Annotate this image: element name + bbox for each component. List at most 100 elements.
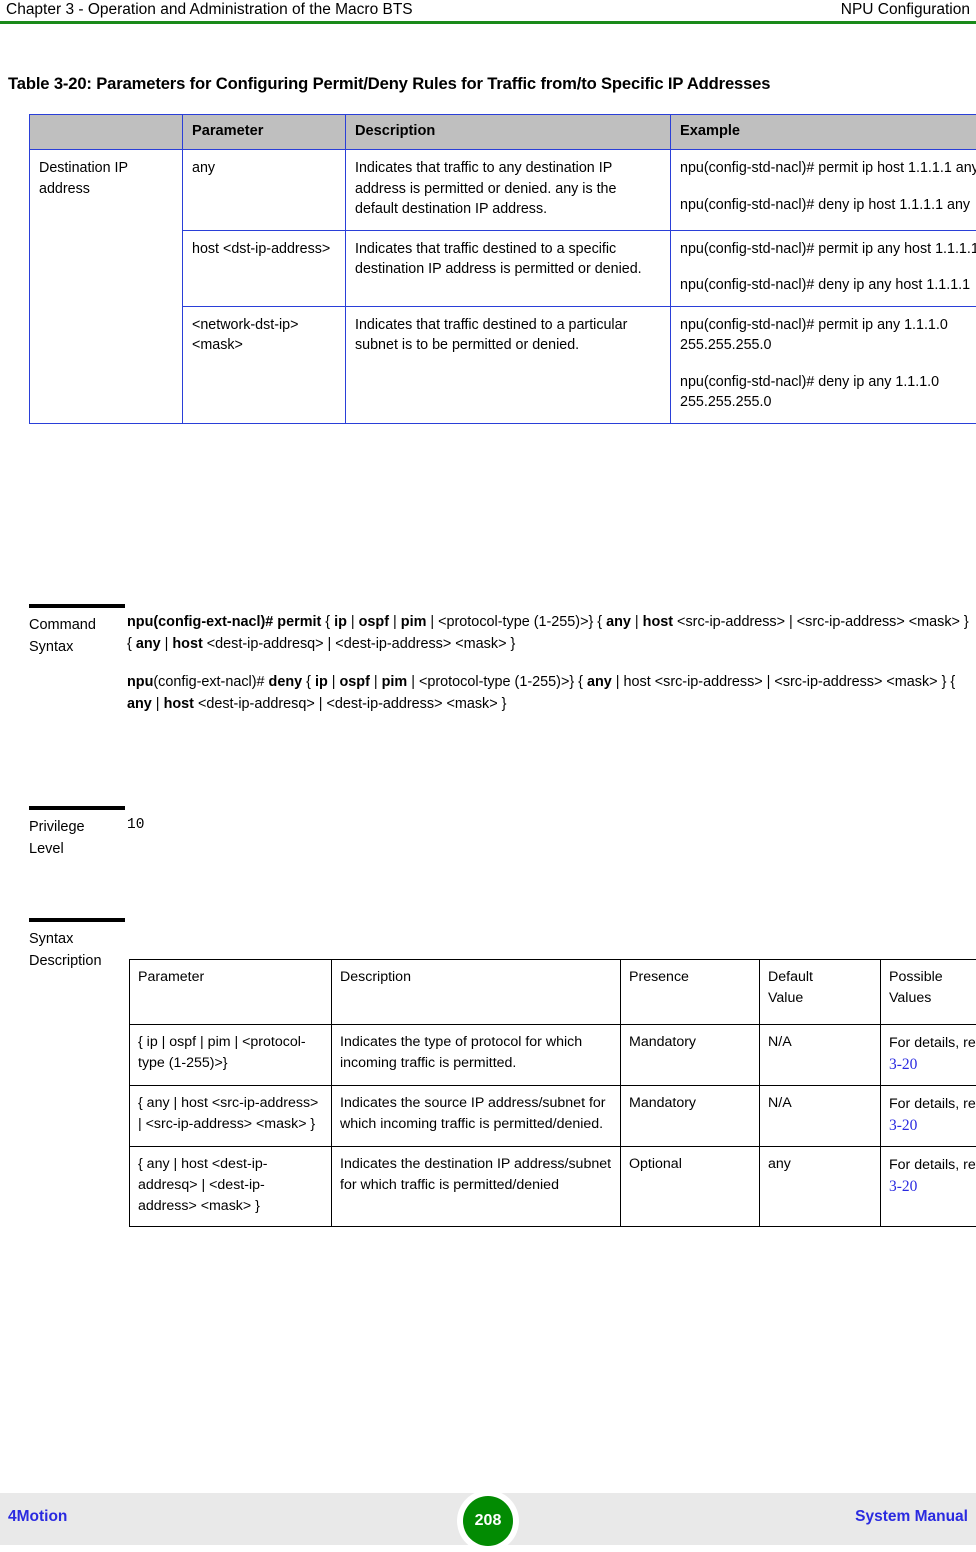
syn-token: | [328, 674, 340, 690]
table-row: { any | host <dest-ip-addresq> | <dest-i… [130, 1147, 976, 1227]
privilege-level-body: 10 [127, 814, 974, 837]
cell-example: npu(config-std-nacl)# permit ip host 1.1… [671, 150, 976, 231]
command-syntax-body: npu(config-ext-nacl)# permit { ip | ospf… [127, 612, 974, 715]
command-syntax-permit-line: npu(config-ext-nacl)# permit { ip | ospf… [127, 612, 974, 655]
syn-token: deny [269, 674, 303, 690]
syntax-description-header-row: Parameter Description Presence Default V… [130, 960, 976, 1025]
example-line: npu(config-std-nacl)# permit ip any host… [680, 239, 976, 260]
command-syntax-label: Command Syntax [29, 614, 121, 658]
example-line: npu(config-std-nacl)# permit ip any 1.1.… [680, 315, 976, 356]
privilege-level-label: Privilege Level [29, 816, 121, 860]
cell-description: Indicates the source IP address/subnet f… [332, 1086, 621, 1147]
table-3-20-header-row: Parameter Description Example [30, 115, 976, 150]
cell-description: Indicates the destination IP address/sub… [332, 1147, 621, 1227]
cell-default-value: N/A [760, 1086, 881, 1147]
col-header-possible-values-line1: Possible [889, 969, 943, 985]
col-header-possible-values-line2: Values [889, 990, 931, 1006]
syn-token: | [631, 614, 643, 630]
syn-token: host [164, 696, 194, 712]
col-header-blank [30, 115, 183, 150]
syn-token: ip [334, 614, 347, 630]
col-header-parameter: Parameter [183, 115, 346, 150]
cell-default-value: any [760, 1147, 881, 1227]
example-line: npu(config-std-nacl)# deny ip host 1.1.1… [680, 195, 976, 216]
syn-token: <dest-ip-addresq> | <dest-ip-address> <m… [203, 636, 516, 652]
col-header-description: Description [346, 115, 671, 150]
table-3-20: Parameter Description Example Destinatio… [29, 114, 976, 424]
cell-group-label: Destination IP address [30, 150, 183, 424]
cell-parameter: { any | host <src-ip-address> | <src-ip-… [130, 1086, 332, 1147]
page-number-badge: 208 [463, 1496, 513, 1546]
header-divider-rule [0, 21, 976, 24]
syn-token: <dest-ip-addresq> | <dest-ip-address> <m… [194, 696, 507, 712]
cell-presence: Mandatory [621, 1086, 760, 1147]
section-rule [29, 918, 125, 922]
cell-description: Indicates the type of protocol for which… [332, 1025, 621, 1086]
syn-token: ip [315, 674, 328, 690]
syn-token: ospf [340, 674, 370, 690]
possible-values-text: For details, refer [889, 1157, 976, 1173]
cell-parameter: host <dst-ip-address> [183, 230, 346, 306]
privilege-level-section: Privilege Level 10 [29, 806, 974, 896]
possible-values-text: For details, refer [889, 1096, 976, 1112]
col-header-example: Example [671, 115, 976, 150]
footer-manual-link[interactable]: System Manual [855, 1507, 968, 1527]
possible-values-text: For details, refer [889, 1035, 976, 1051]
header-section-title: NPU Configuration [841, 0, 970, 19]
syn-token: host [172, 636, 202, 652]
syn-token: | [389, 614, 401, 630]
privilege-level-value: 10 [127, 817, 144, 833]
col-header-default-value-line2: Value [768, 990, 803, 1006]
syn-token: | host <src-ip-address> | <src-ip-addres… [612, 674, 955, 690]
syn-token: (config-ext-nacl)# [153, 674, 268, 690]
cell-default-value: N/A [760, 1025, 881, 1086]
page-header: Chapter 3 - Operation and Administration… [0, 0, 976, 22]
section-rule [29, 604, 125, 608]
syn-token: any [136, 636, 161, 652]
example-line: npu(config-std-nacl)# deny ip any host 1… [680, 275, 976, 296]
syn-token: npu(config-ext-nacl)# permit [127, 614, 321, 630]
syn-token: | [161, 636, 173, 652]
syn-token: npu [127, 674, 153, 690]
cell-parameter: { any | host <dest-ip-addresq> | <dest-i… [130, 1147, 332, 1227]
syntax-description-label: Syntax Description [29, 928, 121, 972]
example-line: npu(config-std-nacl)# deny ip any 1.1.1.… [680, 372, 976, 413]
cell-parameter: { ip | ospf | pim | <protocol-type (1-25… [130, 1025, 332, 1086]
cell-presence: Mandatory [621, 1025, 760, 1086]
syn-token: any [587, 674, 612, 690]
cell-description: Indicates that traffic to any destinatio… [346, 150, 671, 231]
cell-possible-values: For details, refer Table 3-20 [881, 1025, 976, 1086]
command-syntax-deny-line: npu(config-ext-nacl)# deny { ip | ospf |… [127, 672, 974, 715]
col-header-description: Description [332, 960, 621, 1025]
syn-token: { [302, 674, 315, 690]
cell-description: Indicates that traffic destined to a spe… [346, 230, 671, 306]
syn-token: pim [401, 614, 427, 630]
table-row: { any | host <src-ip-address> | <src-ip-… [130, 1086, 976, 1147]
table-row: { ip | ospf | pim | <protocol-type (1-25… [130, 1025, 976, 1086]
syn-token: pim [382, 674, 408, 690]
col-header-default-value-line1: Default [768, 969, 813, 985]
table-row: Destination IP address any Indicates tha… [30, 150, 976, 231]
syn-token: host [643, 614, 673, 630]
cell-presence: Optional [621, 1147, 760, 1227]
syn-token: any [606, 614, 631, 630]
command-syntax-section: Command Syntax npu(config-ext-nacl)# per… [29, 604, 974, 784]
header-chapter-title: Chapter 3 - Operation and Administration… [6, 0, 413, 19]
cell-description: Indicates that traffic destined to a par… [346, 306, 671, 423]
col-header-default-value: Default Value [760, 960, 881, 1025]
col-header-parameter: Parameter [130, 960, 332, 1025]
example-line: npu(config-std-nacl)# permit ip host 1.1… [680, 158, 976, 179]
syn-token: { [321, 614, 334, 630]
col-header-presence: Presence [621, 960, 760, 1025]
syn-token: any [127, 696, 152, 712]
syn-token: | <protocol-type (1-255)>} { [426, 614, 606, 630]
syn-token: | [370, 674, 382, 690]
cell-possible-values: For details, refer Table 3-20 [881, 1147, 976, 1227]
col-header-possible-values: Possible Values [881, 960, 976, 1025]
cell-example: npu(config-std-nacl)# permit ip any 1.1.… [671, 306, 976, 423]
table-caption: Table 3-20: Parameters for Configuring P… [8, 74, 974, 94]
cell-example: npu(config-std-nacl)# permit ip any host… [671, 230, 976, 306]
cell-possible-values: For details, refer Table 3-20 [881, 1086, 976, 1147]
footer-product-link[interactable]: 4Motion [8, 1507, 67, 1527]
cell-parameter: <network-dst-ip> <mask> [183, 306, 346, 423]
